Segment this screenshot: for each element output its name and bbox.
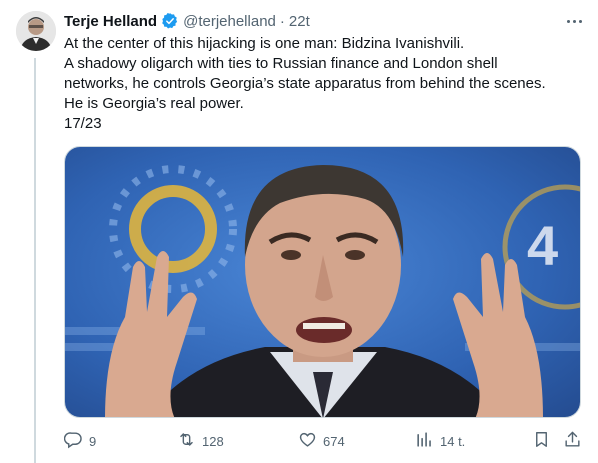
bookmark-icon: [532, 430, 551, 452]
thread-line: [34, 58, 36, 463]
repost-count: 128: [202, 433, 224, 449]
like-button[interactable]: 674: [298, 430, 345, 452]
more-icon[interactable]: [564, 11, 584, 31]
tweet-photo[interactable]: 4: [64, 146, 581, 418]
reply-button[interactable]: 9: [63, 430, 97, 452]
author-handle[interactable]: @terjehelland: [183, 13, 276, 30]
tweet-text-line: At the center of this hijacking is one m…: [64, 35, 465, 52]
separator-dot: ·: [279, 12, 285, 30]
bookmark-button[interactable]: [532, 430, 551, 452]
action-bar: 9 128 674 14 t.: [63, 430, 584, 452]
verified-badge-icon[interactable]: [161, 12, 179, 30]
tweet-text-line: A shadowy oligarch with ties to Russian …: [64, 55, 498, 72]
share-icon: [563, 430, 582, 452]
tweet-text-line: He is Georgia’s real power.: [64, 95, 244, 112]
timestamp[interactable]: 22t: [289, 13, 310, 30]
heart-icon: [298, 430, 317, 452]
views-icon: [415, 430, 434, 452]
author-name[interactable]: Terje Helland: [64, 13, 157, 30]
tweet-text: At the center of this hijacking is one m…: [64, 34, 584, 134]
thread-counter: 17/23: [64, 115, 102, 132]
repost-button[interactable]: 128: [177, 430, 224, 452]
reply-icon: [63, 430, 83, 452]
view-count: 14 t.: [440, 433, 466, 449]
share-button[interactable]: [563, 430, 582, 452]
tweet-text-line: networks, he controls Georgia’s state ap…: [64, 75, 546, 92]
repost-icon: [177, 430, 196, 452]
avatar[interactable]: [16, 11, 56, 51]
like-count: 674: [323, 433, 345, 449]
reply-count: 9: [89, 433, 97, 449]
svg-text:4: 4: [527, 214, 558, 277]
tweet-header: Terje Helland @terjehelland · 22t: [64, 11, 584, 31]
views-button[interactable]: 14 t.: [415, 430, 465, 452]
